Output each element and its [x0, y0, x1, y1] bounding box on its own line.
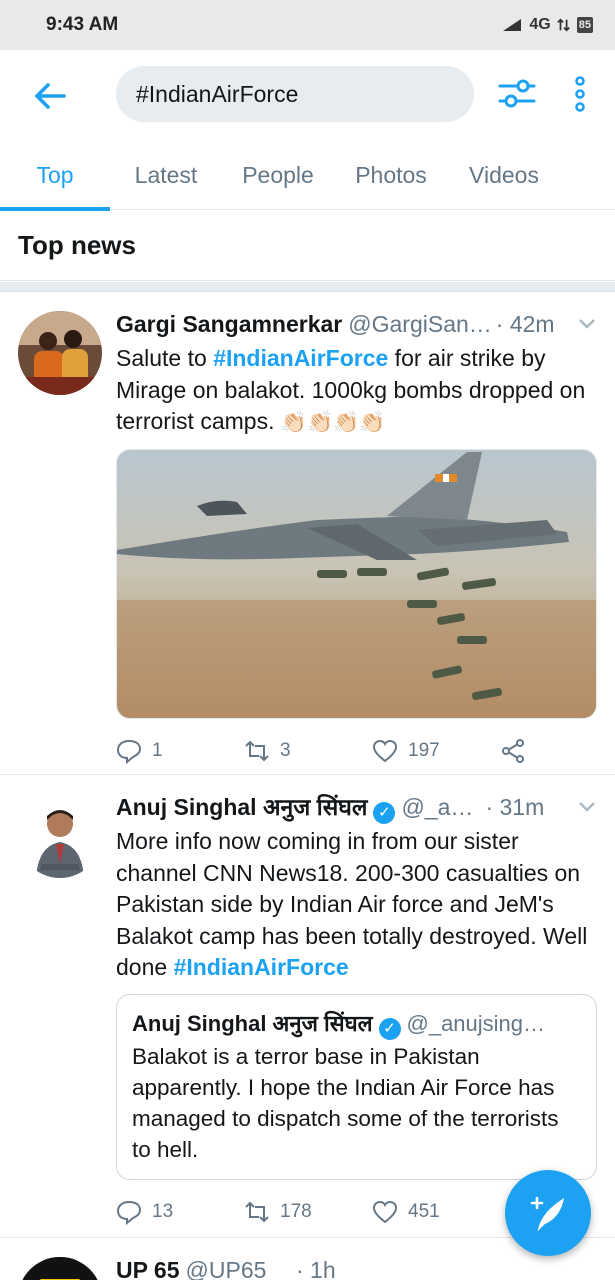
tweet-image[interactable] [116, 448, 597, 719]
tweet-text: Salute to #IndianAirForce for air strike… [116, 343, 597, 439]
tweet-content: UP 65 @UP65__ · 1h [116, 1255, 597, 1280]
reply-count: 13 [152, 1200, 174, 1222]
retweet-count: 3 [280, 739, 291, 761]
tweet-header: Gargi Sangamnerkar @GargiSan… · 42m [116, 309, 597, 339]
battery-icon: 85 [576, 17, 593, 33]
search-query: #IndianAirForce [136, 80, 299, 107]
heart-icon [372, 1200, 398, 1223]
retweet-icon [245, 740, 269, 761]
retweet-icon [245, 1201, 269, 1222]
tab-photos[interactable]: Photos [334, 140, 448, 210]
verified-badge-icon: ✓ [373, 802, 396, 824]
tweet-time: · 42m [495, 311, 555, 337]
tweet-header: UP 65 @UP65__ · 1h [116, 1255, 597, 1280]
filter-sliders-icon[interactable] [497, 74, 537, 114]
author-name[interactable]: Anuj Singhal अनुज सिंघल [116, 792, 367, 822]
back-arrow-icon[interactable] [30, 76, 70, 116]
section-title: Top news [0, 211, 615, 281]
tweet-card[interactable]: Anuj Singhal अनुज सिंघल ✓ @_an… · 31m Mo… [0, 776, 615, 1238]
retweet-count: 178 [280, 1200, 312, 1222]
like-count: 451 [408, 1200, 440, 1222]
section-divider [0, 282, 615, 292]
like-count: 197 [408, 739, 440, 761]
tweet-content: Anuj Singhal अनुज सिंघल ✓ @_an… · 31m Mo… [116, 792, 597, 1232]
reply-button[interactable]: 1 [116, 738, 244, 764]
avatar[interactable] [18, 1257, 102, 1280]
retweet-button[interactable]: 178 [244, 1199, 372, 1225]
share-button[interactable] [500, 738, 526, 764]
quoted-tweet[interactable]: Anuj Singhal अनुज सिंघल ✓ @_anujsing… Ba… [116, 993, 597, 1180]
like-button[interactable]: 451 [372, 1199, 500, 1225]
compose-feather-icon [530, 1196, 565, 1232]
author-handle: @UP65__ [185, 1257, 292, 1280]
heart-icon [372, 739, 398, 762]
tweet-content: Gargi Sangamnerkar @GargiSan… · 42m Salu… [116, 309, 597, 771]
quote-header: Anuj Singhal अनुज सिंघल ✓ @_anujsing… [132, 1009, 582, 1040]
chevron-down-icon[interactable] [577, 313, 597, 333]
data-arrows-icon [557, 18, 570, 32]
tweet-time: · 31m [485, 794, 545, 820]
reply-icon [116, 739, 142, 764]
share-icon [502, 738, 524, 763]
tab-videos[interactable]: Videos [448, 140, 560, 210]
retweet-button[interactable]: 3 [244, 738, 372, 764]
status-bar: 9:43 AM 4G 85 [0, 0, 615, 50]
tweet-text: More info now coming in from our sister … [116, 826, 597, 984]
author-handle: @GargiSan… [348, 311, 492, 337]
quote-author-name: Anuj Singhal अनुज सिंघल [132, 1010, 373, 1036]
tab-latest[interactable]: Latest [110, 140, 222, 210]
author-name[interactable]: Gargi Sangamnerkar [116, 309, 342, 339]
tweet-actions: 1 3 197 [116, 731, 597, 771]
status-icons: 4G 85 [503, 16, 593, 34]
avatar[interactable] [18, 311, 102, 395]
author-name[interactable]: UP 65 [116, 1255, 180, 1280]
avatar[interactable] [18, 794, 102, 878]
verified-badge-icon: ✓ [378, 1017, 401, 1040]
tweet-time: · 1h [295, 1257, 336, 1280]
more-options-icon[interactable] [568, 74, 592, 114]
tweet-card[interactable]: Gargi Sangamnerkar @GargiSan… · 42m Salu… [0, 293, 615, 775]
tab-people[interactable]: People [222, 140, 334, 210]
search-header: #IndianAirForce [0, 50, 615, 140]
signal-icon [503, 19, 522, 31]
chevron-down-icon[interactable] [577, 796, 597, 816]
search-input[interactable]: #IndianAirForce [116, 66, 474, 122]
tab-top[interactable]: Top [0, 140, 110, 211]
author-handle: @_an… [401, 794, 482, 820]
quote-author-handle: @_anujsing… [406, 1010, 546, 1036]
clap-emoji: 👏🏻👏🏻👏🏻👏🏻 [280, 411, 386, 434]
tweet-header: Anuj Singhal अनुज सिंघल ✓ @_an… · 31m [116, 792, 597, 824]
reply-icon [116, 1200, 142, 1225]
search-tabs: Top Latest People Photos Videos [0, 140, 615, 211]
status-time: 9:43 AM [46, 14, 119, 35]
hashtag-link[interactable]: #IndianAirForce [174, 954, 349, 980]
compose-tweet-button[interactable] [505, 1170, 591, 1256]
network-label: 4G [529, 16, 551, 33]
reply-button[interactable]: 13 [116, 1199, 244, 1225]
reply-count: 1 [152, 739, 163, 761]
like-button[interactable]: 197 [372, 738, 500, 764]
hashtag-link[interactable]: #IndianAirForce [213, 345, 388, 371]
quote-text: Balakot is a terror base in Pakistan app… [132, 1043, 559, 1162]
tweet-text-part: Salute to [116, 345, 214, 371]
